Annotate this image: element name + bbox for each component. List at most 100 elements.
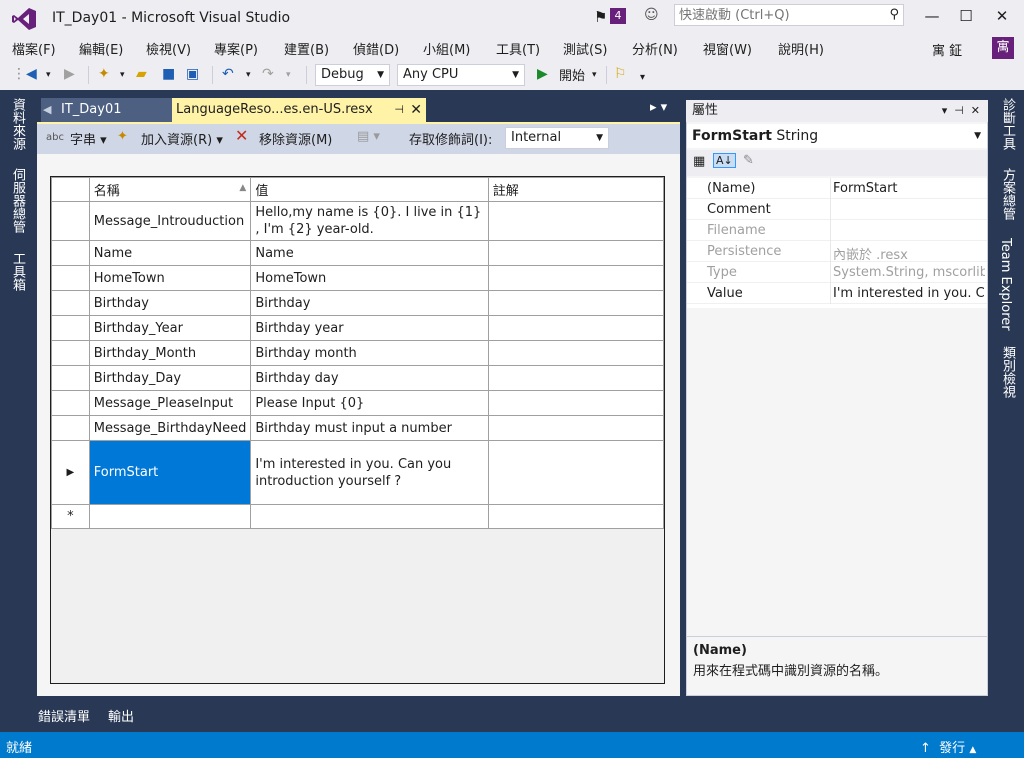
find-in-files-icon[interactable]: ⚐ xyxy=(614,66,627,82)
menu-window[interactable]: 視窗(W) xyxy=(703,39,752,58)
row-header[interactable] xyxy=(51,201,90,241)
close-icon[interactable]: ✕ xyxy=(410,98,422,122)
tab-data-sources[interactable]: 資料來源 xyxy=(8,98,27,150)
table-row[interactable]: Birthday_Year Birthday year xyxy=(51,315,665,341)
cell-name[interactable] xyxy=(88,504,252,529)
property-row-persistence[interactable]: Persistence 內嵌於 .resx xyxy=(687,241,987,263)
cell-value[interactable]: Birthday month xyxy=(250,340,489,366)
strings-dropdown[interactable]: 字串 ▾ xyxy=(70,129,107,148)
cell-name[interactable]: Birthday_Month xyxy=(88,340,252,366)
new-project-icon[interactable]: ✦ xyxy=(98,66,110,82)
menu-tools[interactable]: 工具(T) xyxy=(496,39,540,58)
table-row[interactable]: Birthday_Month Birthday month xyxy=(51,340,665,366)
property-row-comment[interactable]: Comment xyxy=(687,199,987,220)
row-header[interactable] xyxy=(51,340,90,366)
property-value[interactable]: FormStart xyxy=(833,181,985,196)
row-header[interactable] xyxy=(51,365,90,391)
cell-name[interactable]: HomeTown xyxy=(88,265,252,291)
new-row[interactable]: * xyxy=(51,504,665,529)
cell-name[interactable]: Birthday_Year xyxy=(88,315,252,341)
menu-analyze[interactable]: 分析(N) xyxy=(632,39,678,58)
properties-object-select[interactable]: FormStart String ▼ xyxy=(687,124,987,148)
solution-platform-select[interactable]: Any CPU ▼ xyxy=(397,64,525,86)
undo-dropdown-icon[interactable]: ▾ xyxy=(246,70,251,80)
column-header-value[interactable]: 值 xyxy=(250,177,489,202)
row-header[interactable] xyxy=(51,415,90,441)
tab-class-view[interactable]: 類別檢視 xyxy=(998,346,1017,398)
remove-resource-button[interactable]: 移除資源(M) xyxy=(259,129,332,148)
cell-name[interactable]: Message_Introuduction xyxy=(88,201,252,241)
cell-name-selected[interactable]: FormStart xyxy=(88,440,252,505)
table-row[interactable]: Message_Introuduction Hello,my name is {… xyxy=(51,201,665,241)
property-row-value[interactable]: Value I'm interested in you. Can you int… xyxy=(687,283,987,304)
start-icon[interactable]: ▶ xyxy=(537,66,548,82)
property-value[interactable]: I'm interested in you. Can you introduct… xyxy=(833,286,985,301)
notifications-button[interactable]: ⚑ 4 xyxy=(594,8,630,26)
save-icon[interactable]: ■ xyxy=(162,66,175,82)
cell-value[interactable]: Hello,my name is {0}. I live in {1} , I'… xyxy=(250,201,489,241)
cell-comment[interactable] xyxy=(487,390,665,416)
row-header[interactable] xyxy=(51,240,90,266)
cell-value[interactable] xyxy=(250,504,489,529)
current-row-indicator-icon[interactable]: ▶ xyxy=(51,440,90,505)
cell-value[interactable]: I'm interested in you. Can you introduct… xyxy=(250,440,489,505)
tab-team-explorer[interactable]: Team Explorer xyxy=(998,238,1013,331)
new-dropdown-icon[interactable]: ▾ xyxy=(120,70,125,80)
cell-value[interactable]: HomeTown xyxy=(250,265,489,291)
property-pages-icon[interactable]: ✎ xyxy=(743,153,754,168)
menu-help[interactable]: 說明(H) xyxy=(778,39,824,58)
view-icon[interactable]: ▤ ▾ xyxy=(357,129,380,144)
cell-name[interactable]: Birthday_Day xyxy=(88,365,252,391)
categorized-icon[interactable]: ▦ xyxy=(693,154,705,169)
tab-left-arrow-icon[interactable]: ◀ xyxy=(43,98,51,122)
undo-icon[interactable]: ↶ xyxy=(222,66,234,82)
menu-debug[interactable]: 偵錯(D) xyxy=(353,39,399,58)
menu-project[interactable]: 專案(P) xyxy=(214,39,258,58)
cell-name[interactable]: Name xyxy=(88,240,252,266)
quick-launch-box[interactable]: ⚲ xyxy=(674,4,904,26)
cell-name[interactable]: Message_PleaseInput xyxy=(88,390,252,416)
cell-comment[interactable] xyxy=(487,340,665,366)
cell-comment[interactable] xyxy=(487,201,665,241)
cell-value[interactable]: Birthday must input a number xyxy=(250,415,489,441)
tab-server-explorer[interactable]: 伺服器總管 xyxy=(8,168,27,233)
toolbar-grip-icon[interactable]: ⋮ xyxy=(12,66,26,82)
row-header[interactable] xyxy=(51,290,90,316)
cell-value[interactable]: Birthday year xyxy=(250,315,489,341)
solution-config-select[interactable]: Debug ▼ xyxy=(315,64,390,86)
redo-dropdown-icon[interactable]: ▾ xyxy=(286,70,291,80)
tab-solution-explorer[interactable]: 方案總管 xyxy=(998,168,1017,220)
toolbar-options-icon[interactable]: ▾ xyxy=(640,72,645,83)
tab-overflow-icon[interactable]: ▸ ▾ xyxy=(650,100,667,115)
table-row[interactable]: Birthday Birthday xyxy=(51,290,665,316)
tab-diagnostic-tools[interactable]: 診斷工具 xyxy=(998,98,1017,150)
table-row[interactable]: Message_PleaseInput Please Input {0} xyxy=(51,390,665,416)
publish-button[interactable]: ↑ 發行 ▲ xyxy=(920,737,976,756)
cell-comment[interactable] xyxy=(487,504,665,529)
property-row-type[interactable]: Type System.String, mscorlib xyxy=(687,262,987,283)
tab-toolbox[interactable]: 工具箱 xyxy=(8,252,27,291)
cell-name[interactable]: Message_BirthdayNeed xyxy=(88,415,252,441)
table-row[interactable]: Message_BirthdayNeed Birthday must input… xyxy=(51,415,665,441)
menu-build[interactable]: 建置(B) xyxy=(284,39,329,58)
avatar[interactable]: 寓 xyxy=(992,37,1014,59)
table-row[interactable]: Birthday_Day Birthday day xyxy=(51,365,665,391)
tab-output[interactable]: 輸出 xyxy=(108,706,134,725)
search-icon[interactable]: ⚲ xyxy=(889,7,899,22)
menu-team[interactable]: 小組(M) xyxy=(423,39,470,58)
cell-comment[interactable] xyxy=(487,315,665,341)
cell-comment[interactable] xyxy=(487,415,665,441)
new-row-marker[interactable]: * xyxy=(51,504,90,529)
access-modifier-select[interactable]: Internal ▼ xyxy=(505,127,609,149)
table-row[interactable]: Name Name xyxy=(51,240,665,266)
column-header-name[interactable]: 名稱 ▲ xyxy=(88,177,252,202)
navigate-back-icon[interactable]: ◀ xyxy=(26,66,37,82)
panel-controls-icon[interactable]: ▾ ⊣ ✕ xyxy=(942,100,980,122)
pin-icon[interactable]: ⊣ xyxy=(394,98,404,122)
cell-value[interactable]: Name xyxy=(250,240,489,266)
row-header[interactable] xyxy=(51,390,90,416)
cell-value[interactable]: Please Input {0} xyxy=(250,390,489,416)
tab-language-resources[interactable]: LanguageReso...es.en-US.resx ⊣ ✕ xyxy=(172,98,426,122)
start-dropdown-icon[interactable]: ▾ xyxy=(592,70,597,80)
quick-launch-input[interactable] xyxy=(675,5,875,25)
